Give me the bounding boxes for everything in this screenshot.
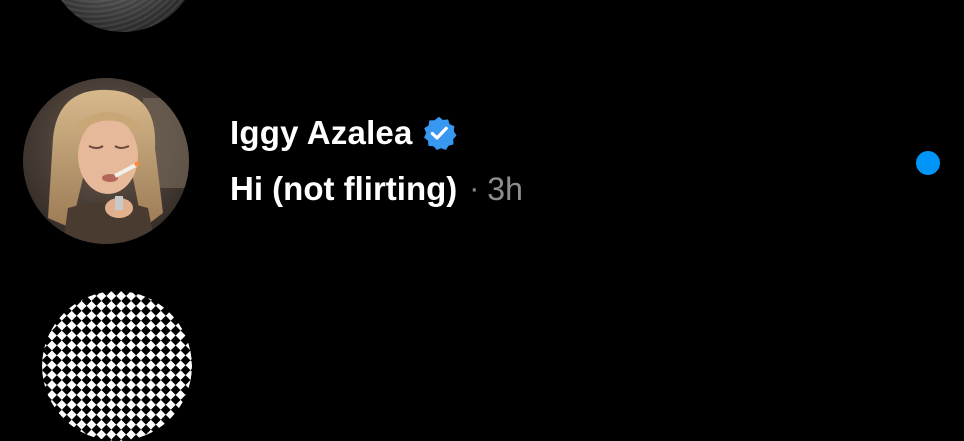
verified-badge-icon — [421, 115, 457, 151]
timestamp: 3h — [487, 170, 523, 207]
conversation-row[interactable]: Iggy Azalea Hi (not flirting) · 3h — [0, 70, 964, 250]
unread-indicator-icon — [916, 151, 940, 175]
avatar[interactable] — [23, 78, 189, 244]
contact-name: Iggy Azalea — [230, 114, 413, 151]
conversation-name-line: Iggy Azalea — [230, 110, 457, 156]
separator-dot: · — [469, 172, 480, 205]
message-preview: Hi (not flirting) — [230, 170, 458, 207]
message-preview-line: Hi (not flirting) · 3h — [230, 166, 523, 212]
next-conversation-avatar[interactable] — [42, 291, 192, 441]
previous-conversation-avatar[interactable] — [47, 0, 199, 32]
